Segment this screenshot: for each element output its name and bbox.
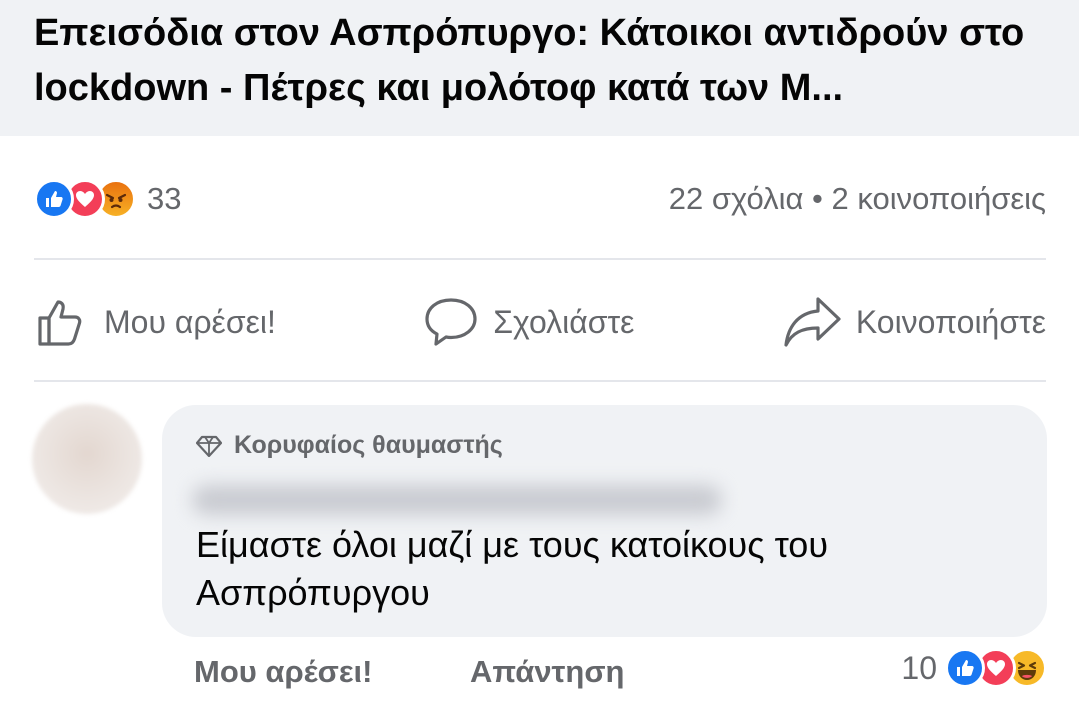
comment-button[interactable]: Σχολιάστε — [423, 295, 634, 349]
share-arrow-icon — [784, 297, 841, 347]
link-preview-card[interactable]: Επεισόδια στον Ασπρόπυργο: Κάτοικοι αντι… — [0, 0, 1079, 136]
thumbs-up-icon — [38, 300, 82, 346]
comment-reaction-count: 10 — [901, 649, 937, 686]
comment-text: Είμαστε όλοι μαζί με τους κατοίκους του … — [196, 524, 829, 613]
post-reactions[interactable]: 33 — [34, 179, 181, 219]
diamond-icon — [196, 435, 222, 457]
top-fan-label: Κορυφαίος θαυμαστής — [234, 431, 503, 459]
comment-reactions[interactable]: 10 — [901, 648, 1047, 688]
comment-reply-button[interactable]: Απάντηση — [470, 654, 624, 690]
divider-top — [34, 258, 1046, 260]
avatar[interactable] — [32, 404, 142, 514]
reaction-count[interactable]: 33 — [147, 181, 181, 217]
share-button[interactable]: Κοινοποιήστε — [782, 295, 1046, 349]
like-label: Μου αρέσει! — [104, 303, 276, 340]
like-button[interactable]: Μου αρέσει! — [34, 294, 276, 350]
comment-icon — [425, 298, 477, 346]
comment-label: Σχολιάστε — [493, 303, 635, 340]
comment-footer: Μου αρέσει! Απάντηση 10 — [194, 648, 1047, 706]
top-fan-badge[interactable]: Κορυφαίος θαυμαστής — [196, 431, 503, 460]
post-actions-bar: Μου αρέσει! Σχολιάστε Κοινοποιήστε — [34, 280, 1046, 364]
comment-bubble: Κορυφαίος θαυμαστής Είμαστε όλοι μαζί με… — [162, 405, 1047, 637]
link-title[interactable]: Επεισόδια στον Ασπρόπυργο: Κάτοικοι αντι… — [34, 6, 1045, 116]
share-label: Κοινοποιήστε — [855, 303, 1046, 340]
like-reaction-icon — [945, 648, 985, 688]
comments-shares-count[interactable]: 22 σχόλια • 2 κοινοποιήσεις — [669, 181, 1046, 217]
divider-bottom — [34, 380, 1046, 382]
like-reaction-icon — [34, 179, 74, 219]
commenter-name-blurred[interactable] — [192, 485, 722, 515]
post-stats-row: 33 22 σχόλια • 2 κοινοποιήσεις — [34, 170, 1046, 228]
comment-like-button[interactable]: Μου αρέσει! — [194, 654, 373, 690]
comment: Κορυφαίος θαυμαστής Είμαστε όλοι μαζί με… — [32, 402, 1047, 642]
